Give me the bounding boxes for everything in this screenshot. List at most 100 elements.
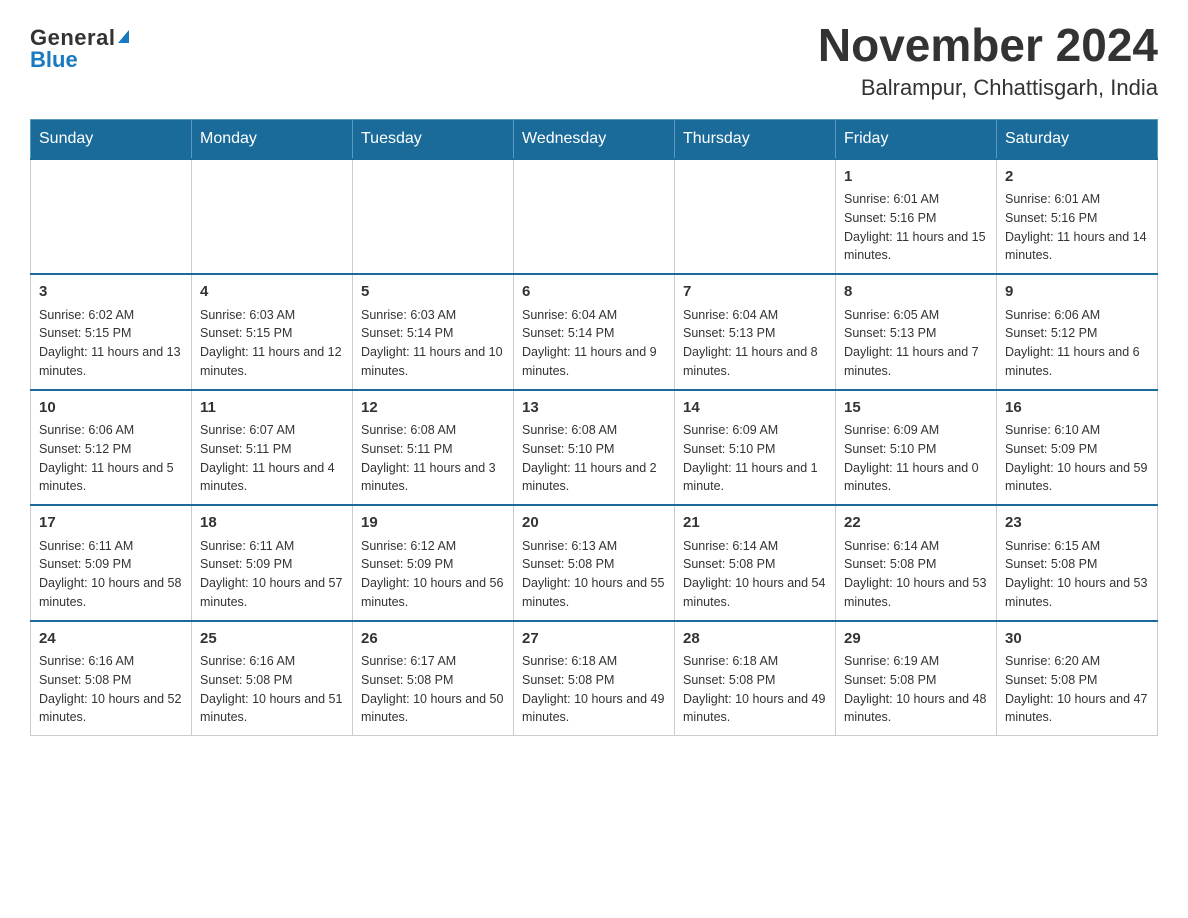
title-block: November 2024 Balrampur, Chhattisgarh, I… [818, 20, 1158, 101]
day-number: 21 [683, 512, 827, 535]
calendar-cell: 12Sunrise: 6:08 AMSunset: 5:11 PMDayligh… [353, 390, 514, 506]
day-info: Sunrise: 6:13 AMSunset: 5:08 PMDaylight:… [522, 537, 666, 612]
day-info: Sunrise: 6:17 AMSunset: 5:08 PMDaylight:… [361, 652, 505, 727]
calendar-cell: 17Sunrise: 6:11 AMSunset: 5:09 PMDayligh… [31, 505, 192, 621]
day-number: 26 [361, 628, 505, 651]
day-info: Sunrise: 6:12 AMSunset: 5:09 PMDaylight:… [361, 537, 505, 612]
calendar-cell: 4Sunrise: 6:03 AMSunset: 5:15 PMDaylight… [192, 274, 353, 390]
day-number: 20 [522, 512, 666, 535]
day-info: Sunrise: 6:18 AMSunset: 5:08 PMDaylight:… [522, 652, 666, 727]
calendar-cell: 16Sunrise: 6:10 AMSunset: 5:09 PMDayligh… [997, 390, 1158, 506]
calendar-cell: 10Sunrise: 6:06 AMSunset: 5:12 PMDayligh… [31, 390, 192, 506]
calendar-cell: 14Sunrise: 6:09 AMSunset: 5:10 PMDayligh… [675, 390, 836, 506]
day-info: Sunrise: 6:16 AMSunset: 5:08 PMDaylight:… [200, 652, 344, 727]
day-info: Sunrise: 6:03 AMSunset: 5:14 PMDaylight:… [361, 306, 505, 381]
calendar-body: 1Sunrise: 6:01 AMSunset: 5:16 PMDaylight… [31, 159, 1158, 736]
calendar-cell: 13Sunrise: 6:08 AMSunset: 5:10 PMDayligh… [514, 390, 675, 506]
calendar-cell: 23Sunrise: 6:15 AMSunset: 5:08 PMDayligh… [997, 505, 1158, 621]
calendar-cell: 29Sunrise: 6:19 AMSunset: 5:08 PMDayligh… [836, 621, 997, 736]
header-monday: Monday [192, 119, 353, 159]
calendar-cell: 3Sunrise: 6:02 AMSunset: 5:15 PMDaylight… [31, 274, 192, 390]
calendar-cell: 15Sunrise: 6:09 AMSunset: 5:10 PMDayligh… [836, 390, 997, 506]
day-info: Sunrise: 6:18 AMSunset: 5:08 PMDaylight:… [683, 652, 827, 727]
day-info: Sunrise: 6:02 AMSunset: 5:15 PMDaylight:… [39, 306, 183, 381]
calendar-cell [192, 159, 353, 275]
day-number: 11 [200, 397, 344, 420]
day-info: Sunrise: 6:19 AMSunset: 5:08 PMDaylight:… [844, 652, 988, 727]
day-info: Sunrise: 6:07 AMSunset: 5:11 PMDaylight:… [200, 421, 344, 496]
page-subtitle: Balrampur, Chhattisgarh, India [818, 75, 1158, 101]
day-info: Sunrise: 6:09 AMSunset: 5:10 PMDaylight:… [844, 421, 988, 496]
day-number: 18 [200, 512, 344, 535]
day-info: Sunrise: 6:03 AMSunset: 5:15 PMDaylight:… [200, 306, 344, 381]
day-number: 17 [39, 512, 183, 535]
header-saturday: Saturday [997, 119, 1158, 159]
calendar-cell: 19Sunrise: 6:12 AMSunset: 5:09 PMDayligh… [353, 505, 514, 621]
calendar-cell: 9Sunrise: 6:06 AMSunset: 5:12 PMDaylight… [997, 274, 1158, 390]
day-info: Sunrise: 6:05 AMSunset: 5:13 PMDaylight:… [844, 306, 988, 381]
calendar-header: Sunday Monday Tuesday Wednesday Thursday… [31, 119, 1158, 159]
day-info: Sunrise: 6:04 AMSunset: 5:14 PMDaylight:… [522, 306, 666, 381]
day-info: Sunrise: 6:08 AMSunset: 5:11 PMDaylight:… [361, 421, 505, 496]
header-wednesday: Wednesday [514, 119, 675, 159]
day-number: 28 [683, 628, 827, 651]
calendar-week-row: 1Sunrise: 6:01 AMSunset: 5:16 PMDaylight… [31, 159, 1158, 275]
day-number: 23 [1005, 512, 1149, 535]
day-info: Sunrise: 6:09 AMSunset: 5:10 PMDaylight:… [683, 421, 827, 496]
day-info: Sunrise: 6:20 AMSunset: 5:08 PMDaylight:… [1005, 652, 1149, 727]
day-number: 2 [1005, 166, 1149, 189]
day-info: Sunrise: 6:04 AMSunset: 5:13 PMDaylight:… [683, 306, 827, 381]
calendar-week-row: 10Sunrise: 6:06 AMSunset: 5:12 PMDayligh… [31, 390, 1158, 506]
calendar-cell: 22Sunrise: 6:14 AMSunset: 5:08 PMDayligh… [836, 505, 997, 621]
day-info: Sunrise: 6:01 AMSunset: 5:16 PMDaylight:… [1005, 190, 1149, 265]
calendar-cell: 6Sunrise: 6:04 AMSunset: 5:14 PMDaylight… [514, 274, 675, 390]
day-number: 9 [1005, 281, 1149, 304]
day-info: Sunrise: 6:15 AMSunset: 5:08 PMDaylight:… [1005, 537, 1149, 612]
calendar-cell: 26Sunrise: 6:17 AMSunset: 5:08 PMDayligh… [353, 621, 514, 736]
calendar-week-row: 3Sunrise: 6:02 AMSunset: 5:15 PMDaylight… [31, 274, 1158, 390]
day-number: 27 [522, 628, 666, 651]
day-number: 3 [39, 281, 183, 304]
calendar-cell: 25Sunrise: 6:16 AMSunset: 5:08 PMDayligh… [192, 621, 353, 736]
calendar-cell: 27Sunrise: 6:18 AMSunset: 5:08 PMDayligh… [514, 621, 675, 736]
header-tuesday: Tuesday [353, 119, 514, 159]
day-number: 19 [361, 512, 505, 535]
page-title: November 2024 [818, 20, 1158, 71]
calendar-cell: 30Sunrise: 6:20 AMSunset: 5:08 PMDayligh… [997, 621, 1158, 736]
day-info: Sunrise: 6:11 AMSunset: 5:09 PMDaylight:… [39, 537, 183, 612]
logo: General Blue [30, 20, 129, 73]
logo-blue-text: Blue [30, 47, 78, 73]
day-number: 10 [39, 397, 183, 420]
day-info: Sunrise: 6:16 AMSunset: 5:08 PMDaylight:… [39, 652, 183, 727]
calendar-cell: 1Sunrise: 6:01 AMSunset: 5:16 PMDaylight… [836, 159, 997, 275]
calendar-cell: 8Sunrise: 6:05 AMSunset: 5:13 PMDaylight… [836, 274, 997, 390]
day-number: 25 [200, 628, 344, 651]
day-number: 6 [522, 281, 666, 304]
day-number: 8 [844, 281, 988, 304]
logo-triangle-icon [118, 30, 129, 43]
day-info: Sunrise: 6:06 AMSunset: 5:12 PMDaylight:… [39, 421, 183, 496]
day-number: 4 [200, 281, 344, 304]
calendar-week-row: 24Sunrise: 6:16 AMSunset: 5:08 PMDayligh… [31, 621, 1158, 736]
calendar-cell [353, 159, 514, 275]
calendar-cell: 11Sunrise: 6:07 AMSunset: 5:11 PMDayligh… [192, 390, 353, 506]
header-thursday: Thursday [675, 119, 836, 159]
page-header: General Blue November 2024 Balrampur, Ch… [30, 20, 1158, 101]
header-sunday: Sunday [31, 119, 192, 159]
day-number: 16 [1005, 397, 1149, 420]
day-info: Sunrise: 6:08 AMSunset: 5:10 PMDaylight:… [522, 421, 666, 496]
calendar-table: Sunday Monday Tuesday Wednesday Thursday… [30, 119, 1158, 737]
day-number: 24 [39, 628, 183, 651]
day-number: 14 [683, 397, 827, 420]
day-number: 1 [844, 166, 988, 189]
calendar-cell [675, 159, 836, 275]
calendar-cell [31, 159, 192, 275]
calendar-cell: 18Sunrise: 6:11 AMSunset: 5:09 PMDayligh… [192, 505, 353, 621]
calendar-cell: 5Sunrise: 6:03 AMSunset: 5:14 PMDaylight… [353, 274, 514, 390]
day-info: Sunrise: 6:11 AMSunset: 5:09 PMDaylight:… [200, 537, 344, 612]
day-number: 22 [844, 512, 988, 535]
day-number: 5 [361, 281, 505, 304]
day-number: 12 [361, 397, 505, 420]
day-info: Sunrise: 6:01 AMSunset: 5:16 PMDaylight:… [844, 190, 988, 265]
calendar-cell: 2Sunrise: 6:01 AMSunset: 5:16 PMDaylight… [997, 159, 1158, 275]
